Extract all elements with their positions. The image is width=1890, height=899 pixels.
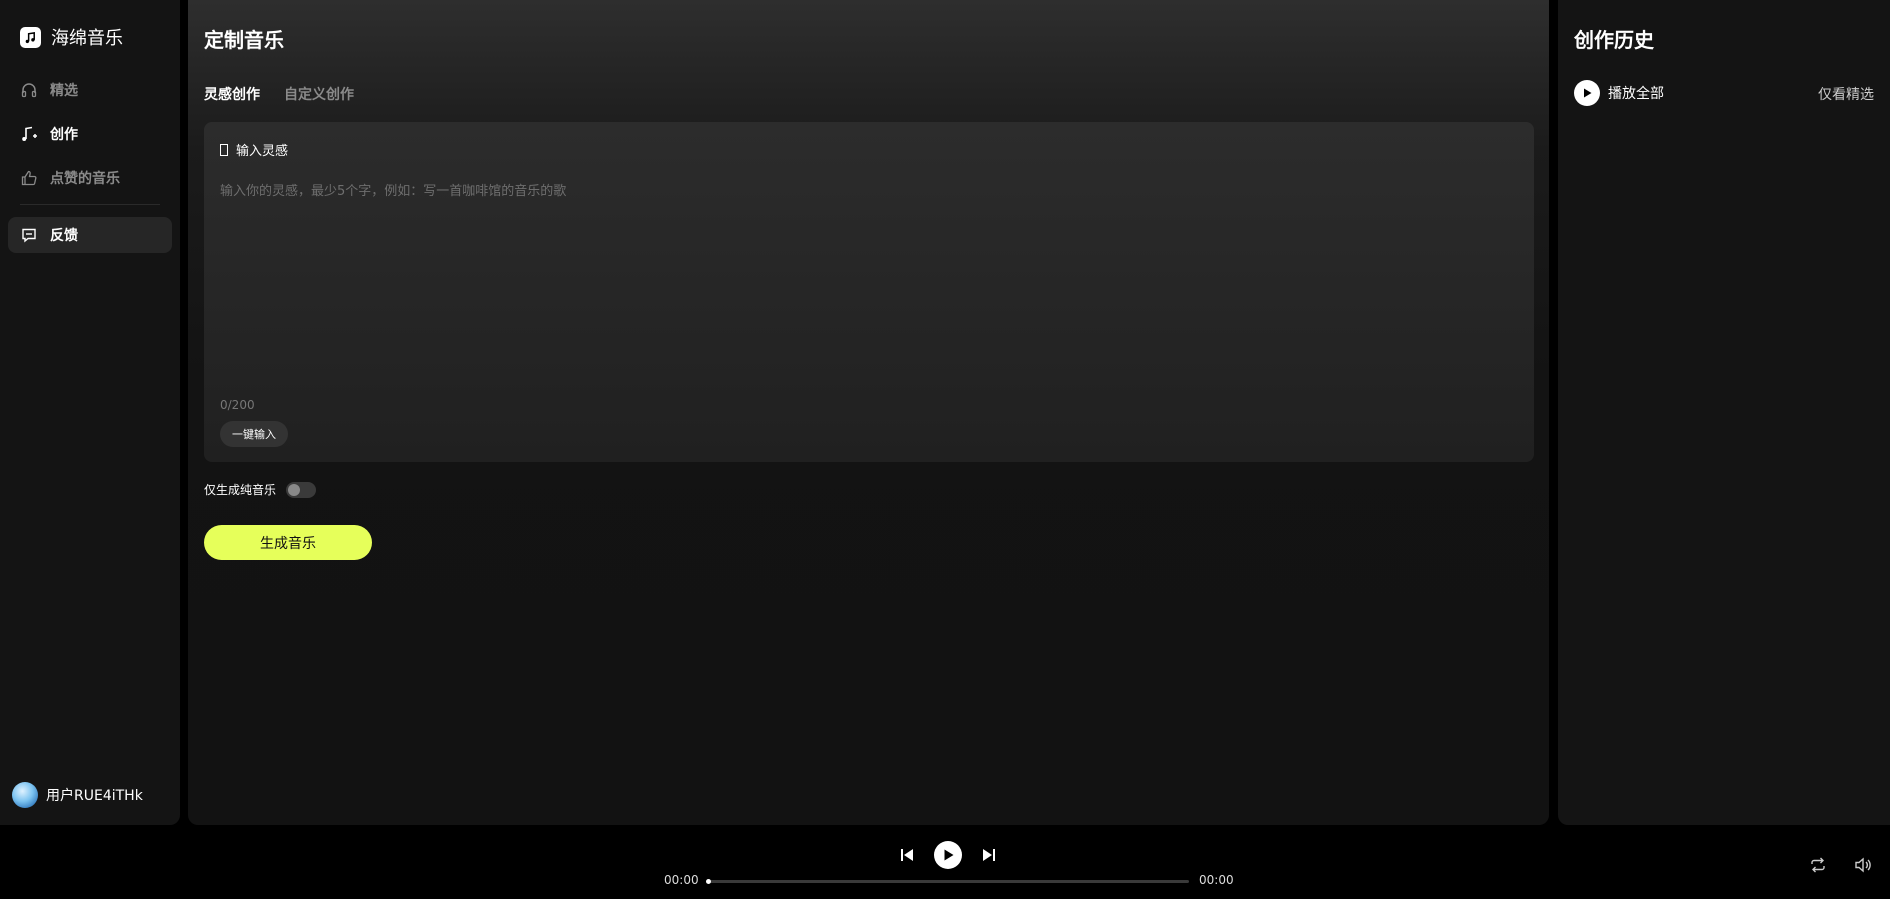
history-title: 创作历史 (1574, 28, 1654, 52)
toggle-knob (288, 483, 301, 496)
headphones-icon (20, 81, 38, 99)
music-create-icon (20, 125, 38, 143)
prev-icon (901, 849, 913, 861)
sidebar-item-featured[interactable]: 精选 (8, 72, 172, 108)
thumbs-up-icon (20, 169, 38, 187)
sidebar-item-label: 创作 (50, 127, 78, 143)
loop-button[interactable] (1808, 855, 1828, 875)
volume-button[interactable] (1853, 855, 1873, 875)
sidebar: 海绵音乐 精选 创作 点赞的音乐 反馈 用户RUE4iTHk (0, 0, 180, 825)
avatar (12, 782, 38, 808)
progress-bar[interactable] (706, 879, 1189, 884)
page-title: 定制音乐 (204, 28, 284, 52)
play-icon (1574, 80, 1600, 106)
user-profile[interactable]: 用户RUE4iTHk (12, 782, 143, 808)
sidebar-item-feedback[interactable]: 反馈 (8, 217, 172, 253)
sidebar-item-liked-music[interactable]: 点赞的音乐 (8, 160, 172, 196)
app-root: 海绵音乐 精选 创作 点赞的音乐 反馈 用户RUE4iTHk 定制音乐 灵感创作… (0, 0, 1890, 899)
current-time: 00:00 (664, 873, 699, 887)
app-name: 海绵音乐 (51, 28, 123, 49)
app-logo[interactable]: 海绵音乐 (20, 24, 123, 50)
instrumental-toggle-row: 仅生成纯音乐 (204, 481, 317, 498)
sidebar-item-label: 反馈 (50, 228, 78, 244)
tab-inspiration[interactable]: 灵感创作 (204, 84, 260, 104)
char-count: 0/200 (220, 398, 255, 412)
loop-icon (1811, 857, 1825, 873)
generate-music-button[interactable]: 生成音乐 (204, 525, 372, 560)
prev-button[interactable] (897, 845, 917, 865)
instrumental-toggle-label: 仅生成纯音乐 (204, 483, 277, 497)
nav-divider (20, 204, 160, 205)
sidebar-item-label: 精选 (50, 83, 78, 99)
only-featured-filter[interactable]: 仅看精选 (1818, 84, 1874, 104)
play-all-label: 播放全部 (1608, 86, 1664, 102)
play-icon (944, 849, 954, 861)
creation-tabs: 灵感创作 自定义创作 (204, 84, 378, 104)
sidebar-nav: 精选 创作 点赞的音乐 反馈 (8, 72, 172, 261)
volume-icon (1855, 857, 1871, 873)
total-time: 00:00 (1199, 873, 1234, 887)
input-label: 输入灵感 (220, 140, 288, 159)
placeholder-box-icon (220, 143, 228, 156)
play-pause-button[interactable] (934, 841, 962, 869)
input-label-text: 输入灵感 (236, 144, 289, 159)
inspiration-textarea[interactable] (220, 180, 1510, 380)
music-note-icon (20, 26, 41, 48)
user-name: 用户RUE4iTHk (46, 788, 143, 804)
inspiration-input-panel: 输入灵感 0/200 一键输入 (204, 122, 1534, 462)
quick-input-button[interactable]: 一键输入 (220, 421, 288, 447)
message-icon (20, 226, 38, 244)
tab-custom[interactable]: 自定义创作 (284, 84, 354, 104)
next-button[interactable] (979, 845, 999, 865)
sidebar-item-label: 点赞的音乐 (50, 171, 120, 187)
main-panel: 定制音乐 灵感创作 自定义创作 输入灵感 0/200 一键输入 仅生成纯音乐 生… (188, 0, 1549, 825)
history-panel: 创作历史 播放全部 仅看精选 (1558, 0, 1890, 825)
sidebar-item-create[interactable]: 创作 (8, 116, 172, 152)
instrumental-toggle[interactable] (286, 481, 317, 498)
play-all-button[interactable]: 播放全部 (1574, 80, 1664, 106)
player-bar: 00:00 00:00 (0, 833, 1890, 899)
progress-handle[interactable] (706, 879, 711, 884)
next-icon (983, 849, 995, 861)
